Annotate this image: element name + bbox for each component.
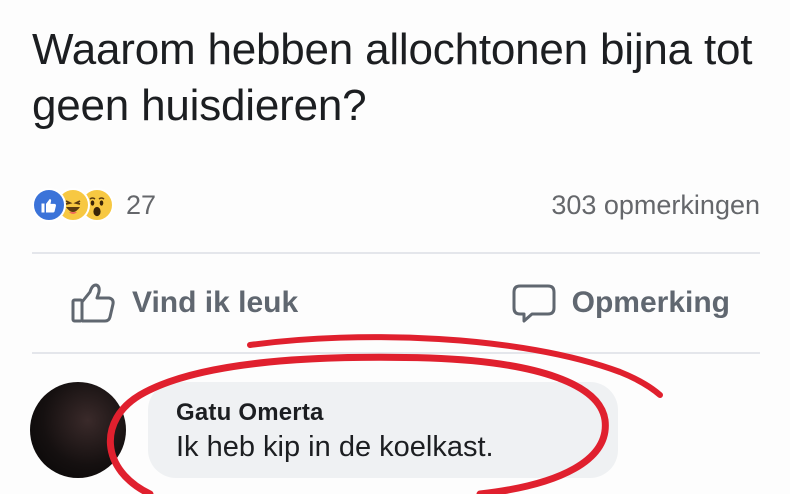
reactions-summary[interactable]: 27 bbox=[32, 188, 156, 222]
comment-author-name[interactable]: Gatu Omerta bbox=[176, 398, 590, 428]
like-reaction-icon bbox=[32, 188, 66, 222]
reaction-count: 27 bbox=[126, 189, 157, 220]
comments-count-link[interactable]: 303 opmerkingen bbox=[551, 190, 760, 221]
reaction-icons bbox=[32, 188, 114, 222]
comment-button[interactable]: Opmerking bbox=[510, 281, 730, 325]
like-button[interactable]: Vind ik leuk bbox=[70, 281, 298, 325]
thumbs-up-icon bbox=[70, 281, 118, 325]
post-stats-row: 27 303 opmerkingen bbox=[32, 185, 760, 225]
post-actions-row: Vind ik leuk Opmerking bbox=[70, 278, 730, 328]
comment: Gatu Omerta Ik heb kip in de koelkast. bbox=[30, 378, 670, 488]
speech-bubble-icon bbox=[510, 281, 558, 325]
divider bbox=[32, 352, 760, 354]
divider bbox=[32, 252, 760, 254]
comment-text: Ik heb kip in de koelkast. bbox=[176, 431, 494, 463]
comment-button-label: Opmerking bbox=[571, 286, 730, 319]
post-text: Waarom hebben allochtonen bijna tot geen… bbox=[32, 25, 753, 130]
like-button-label: Vind ik leuk bbox=[132, 286, 299, 319]
avatar[interactable] bbox=[30, 382, 126, 478]
facebook-post: Waarom hebben allochtonen bijna tot geen… bbox=[0, 0, 790, 494]
comment-bubble: Gatu Omerta Ik heb kip in de koelkast. bbox=[148, 382, 618, 478]
